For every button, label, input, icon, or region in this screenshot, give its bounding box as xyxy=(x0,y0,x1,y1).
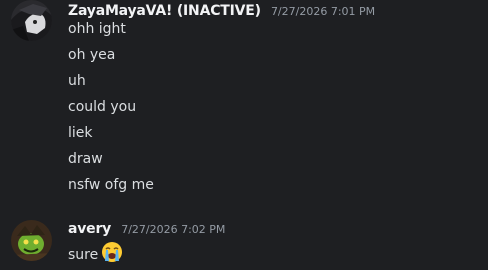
message-text: oh yea xyxy=(68,47,116,63)
message-text: draw xyxy=(68,151,103,167)
avatar[interactable] xyxy=(11,0,52,41)
message-header: avery 7/27/2026 7:02 PM xyxy=(68,218,226,237)
avatar[interactable] xyxy=(11,220,52,261)
message-text: liek xyxy=(68,125,93,141)
username[interactable]: avery xyxy=(68,221,111,237)
message-text: uh xyxy=(68,73,86,89)
message-header: ZayaMayaVA! (INACTIVE) 7/27/2026 7:01 PM xyxy=(68,0,376,19)
username[interactable]: ZayaMayaVA! (INACTIVE) xyxy=(68,3,261,19)
message-text: nsfw ofg me xyxy=(68,177,154,193)
timestamp: 7/27/2026 7:01 PM xyxy=(270,5,376,18)
message-text-line: sure xyxy=(68,241,123,268)
dark-anime-avatar-icon xyxy=(11,0,52,41)
message-text: could you xyxy=(68,99,137,115)
message-text: ohh ight xyxy=(68,21,126,37)
green-goblin-avatar-icon xyxy=(11,220,52,261)
timestamp: 7/27/2026 7:02 PM xyxy=(121,223,226,236)
message-text: sure xyxy=(68,247,99,263)
loudly-crying-face-icon xyxy=(101,241,123,268)
